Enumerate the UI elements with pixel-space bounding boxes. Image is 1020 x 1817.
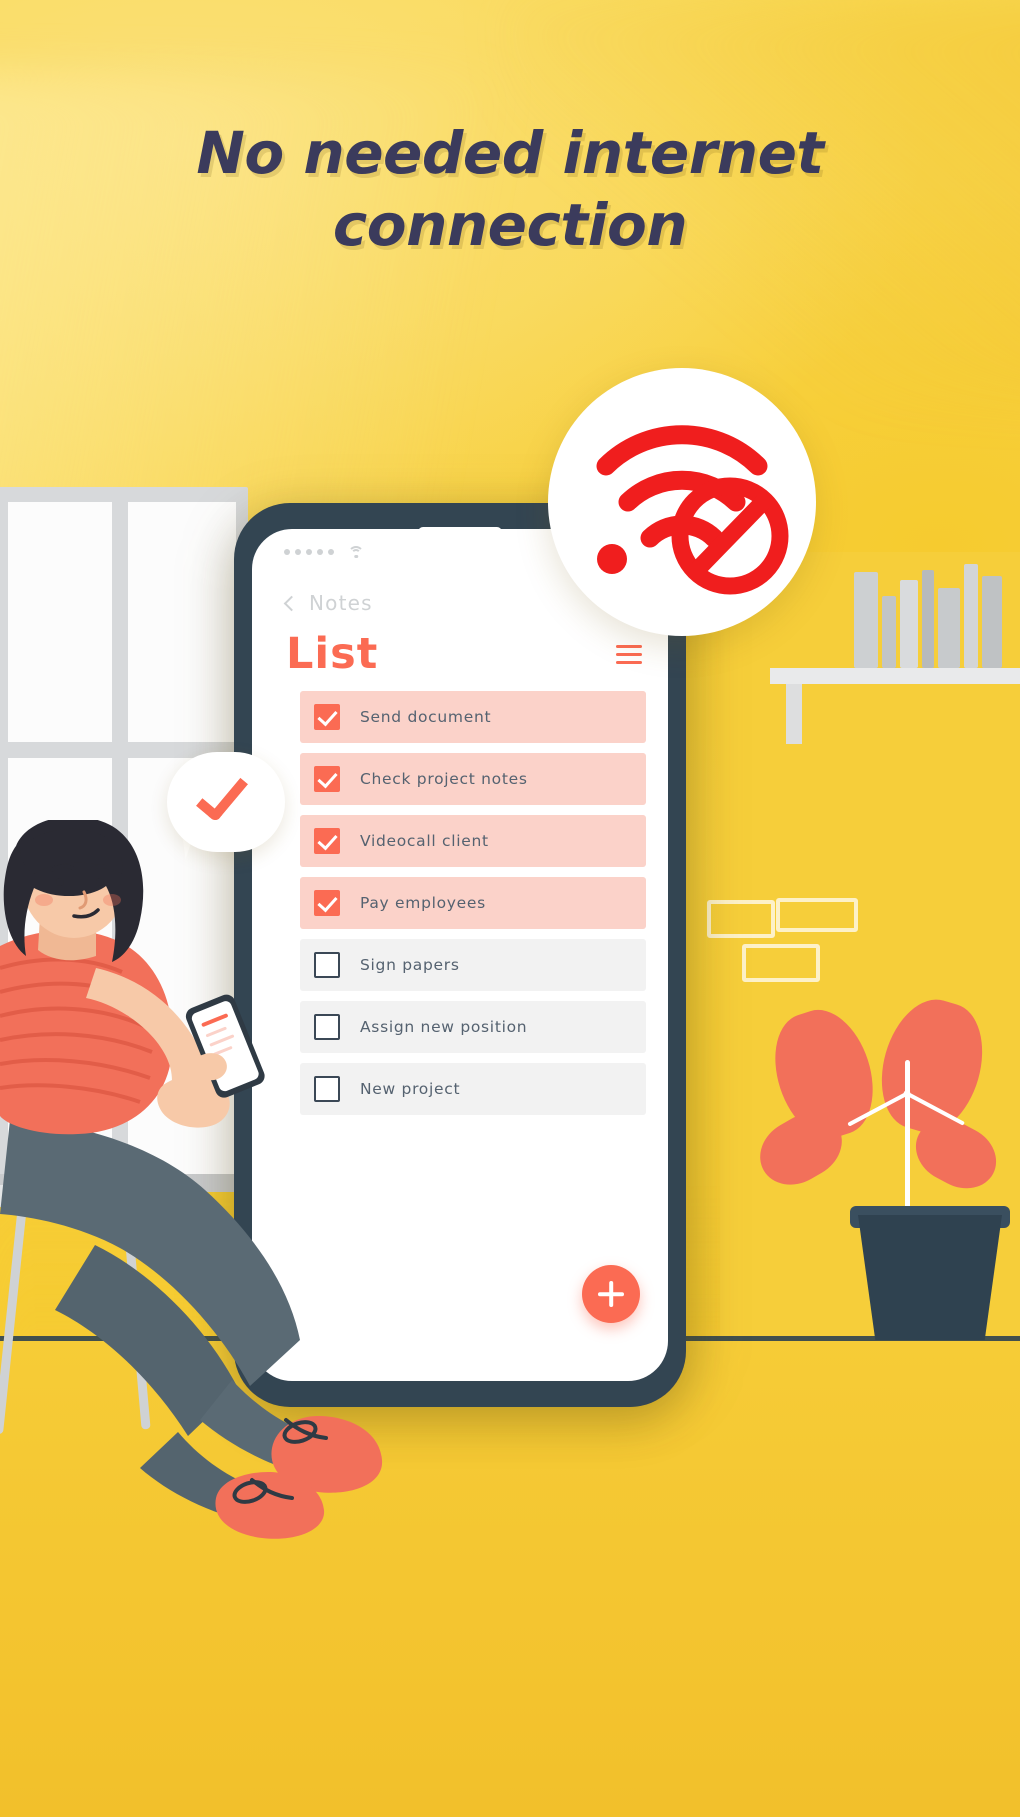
plant-pot [858,1215,1002,1340]
bookshelf-shelf [770,668,1020,684]
checkbox-checked-icon[interactable] [314,704,340,730]
wall-frame-3 [742,944,820,982]
back-nav-label: Notes [309,591,373,615]
todo-item[interactable]: Check project notes [300,753,646,805]
no-internet-badge [548,368,816,636]
wifi-icon [348,545,364,559]
signal-dots-icon [284,549,334,555]
chevron-left-icon [283,595,300,611]
add-note-button[interactable] [582,1265,640,1323]
todo-item-label: Check project notes [360,770,528,788]
wall-frame-2 [776,898,858,932]
woman-sitting-with-phone-illustration [0,820,383,1539]
no-wifi-icon [596,425,789,595]
headline-line-2: connection [332,190,688,259]
bookshelf-bracket [786,684,802,744]
checkbox-checked-icon[interactable] [314,766,340,792]
list-header: List [286,629,642,679]
wall-frame-1 [707,900,775,938]
page-title: No needed internet connection [0,118,1020,262]
headline-line-1: No needed internet [196,119,824,187]
poster-canvas: No needed internet connection Notes List… [0,0,1020,1817]
todo-item[interactable]: Send document [300,691,646,743]
todo-item-label: Send document [360,708,492,726]
list-title: List [286,629,379,679]
wifi-dot-icon [597,544,627,574]
hamburger-menu-icon[interactable] [616,639,642,670]
back-nav[interactable]: Notes [283,591,373,615]
